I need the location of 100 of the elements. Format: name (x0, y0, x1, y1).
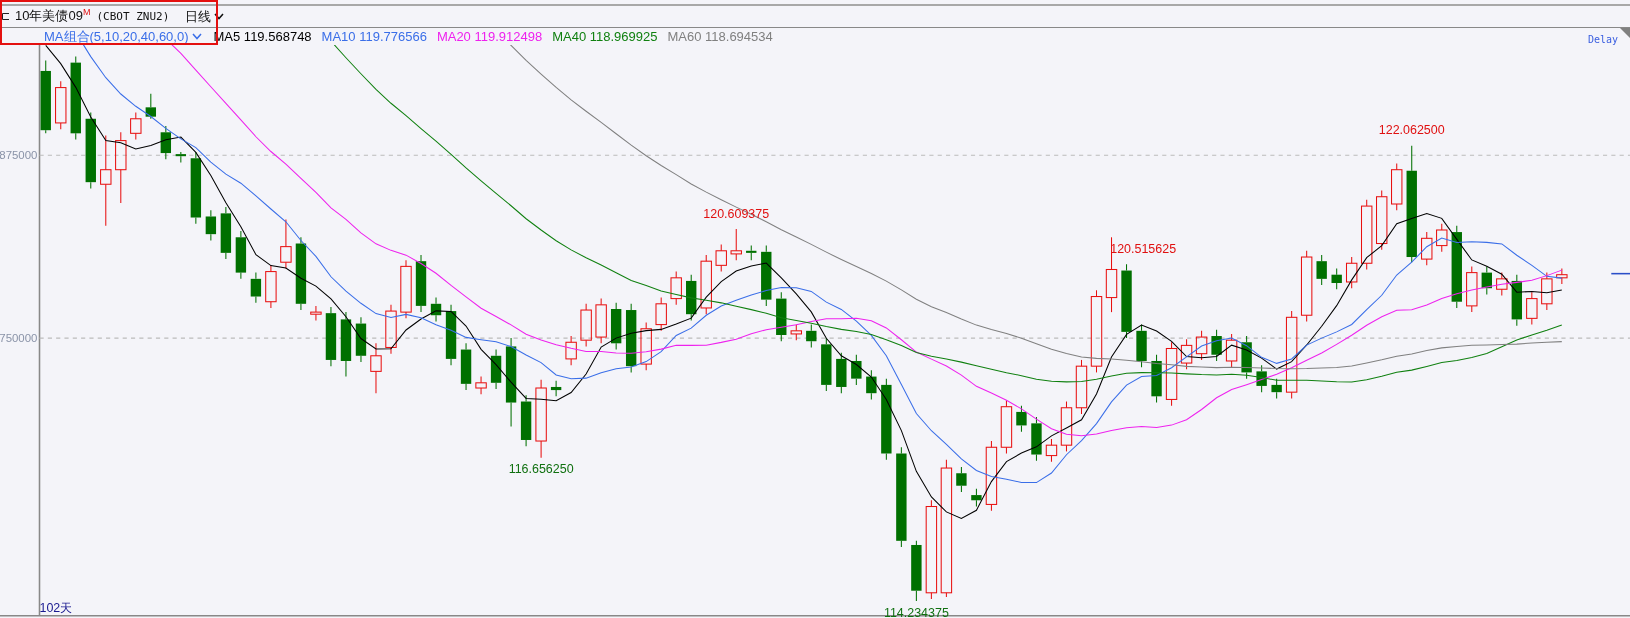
axis-label: 750000 (0, 332, 38, 345)
footer-label: 102天 (39, 600, 73, 615)
candlestick (595, 298, 607, 344)
chevron-down-icon (191, 33, 202, 40)
candlestick (205, 209, 217, 241)
price-label: 116.656250 (508, 462, 574, 477)
candlestick (1300, 250, 1313, 322)
candlestick (1421, 231, 1433, 266)
candlestick (730, 228, 742, 261)
candlestick (1526, 291, 1538, 326)
candlestick (1195, 330, 1208, 361)
candlestick (1165, 341, 1178, 407)
candlestick (325, 306, 337, 367)
candlestick (130, 112, 142, 141)
candlestick (1511, 274, 1522, 327)
candlestick (1361, 199, 1373, 270)
candlestick (400, 259, 412, 319)
candlestick (1331, 267, 1342, 290)
candlestick (700, 254, 712, 315)
candlestick (220, 206, 232, 260)
candlestick (385, 304, 397, 355)
candlestick (610, 302, 622, 351)
status-label: Delay (1587, 34, 1618, 45)
candlestick (565, 335, 577, 366)
candlestick (1180, 338, 1193, 370)
candlestick (1060, 401, 1073, 452)
price-label: 120.609375 (703, 206, 770, 221)
candlestick (911, 540, 922, 602)
candlestick (1045, 438, 1058, 463)
candlestick (520, 394, 532, 447)
candlestick (1496, 272, 1508, 296)
ma-value: MA60 118.694534 (667, 29, 773, 44)
candlestick (1346, 256, 1358, 289)
candlestick (1031, 416, 1042, 462)
candlestick (640, 322, 652, 371)
candlestick (851, 354, 862, 386)
candlestick (1271, 378, 1282, 399)
candlestick (265, 264, 277, 309)
price-marker (1610, 272, 1630, 275)
candlestick (370, 342, 382, 394)
candlestick (1075, 359, 1088, 415)
candlestick (1136, 324, 1147, 368)
candlestick (1466, 265, 1478, 313)
price-label: 114.234375 (883, 605, 949, 618)
candlestick (761, 245, 772, 307)
candlestick (1241, 335, 1252, 380)
candlestick (625, 303, 637, 373)
candlestick (866, 369, 877, 400)
candlestick (475, 376, 487, 395)
candlestick (836, 352, 847, 394)
candlestick (580, 303, 592, 347)
candlestick (790, 324, 802, 341)
chevron-down-icon (214, 13, 225, 20)
candlestick (956, 466, 967, 493)
candlestick (1016, 405, 1027, 433)
candlestick (550, 380, 562, 397)
candlestick (746, 245, 757, 261)
candlestick (460, 342, 472, 391)
candlestick (715, 244, 727, 273)
axis-label: 875000 (0, 149, 38, 162)
candlestick (430, 297, 442, 322)
candlestick (686, 274, 697, 321)
corner-triangle-icon (1620, 28, 1630, 38)
candlestick (235, 230, 247, 280)
period-dropdown[interactable]: 日线 (185, 7, 225, 26)
candlestick (985, 440, 998, 512)
instrument-title: 10年美债09$^{M}$ (15, 7, 91, 26)
candlestick (490, 349, 502, 390)
candlestick (310, 305, 322, 321)
candlestick (145, 93, 156, 120)
candlestick (280, 219, 292, 269)
candlestick (821, 337, 832, 392)
price-label: 122.062500 (1378, 123, 1445, 138)
candlestick (776, 291, 787, 342)
candlestick (670, 271, 682, 306)
candlestick (415, 254, 427, 313)
candlestick (1211, 329, 1222, 362)
candlestick (1151, 354, 1162, 404)
ma-value: MA20 119.912498 (436, 29, 543, 44)
candlestick (971, 488, 982, 508)
candlestick (445, 304, 457, 366)
ma-value: MA10 119.776566 (321, 29, 427, 44)
candlestick (250, 272, 262, 304)
instrument-code: (CBOT ZNU2) (96, 10, 170, 23)
candlestick (1000, 399, 1013, 454)
candlestick (1376, 189, 1388, 251)
candlestick (1541, 272, 1553, 311)
candlestick (655, 297, 667, 332)
candlestick (160, 125, 172, 160)
frame-icon (2, 13, 9, 20)
ma-group-dropdown[interactable]: MA组合(5,10,20,40,60,0) (44, 27, 202, 46)
candlestick (1225, 333, 1238, 368)
candlestick (1481, 265, 1492, 295)
candlestick (1256, 364, 1267, 393)
candlestick (55, 80, 67, 130)
candlestick (175, 151, 187, 163)
candlestick (1391, 162, 1403, 211)
candlestick (355, 316, 367, 363)
candlestick (1316, 254, 1327, 286)
candlestick (340, 311, 352, 378)
